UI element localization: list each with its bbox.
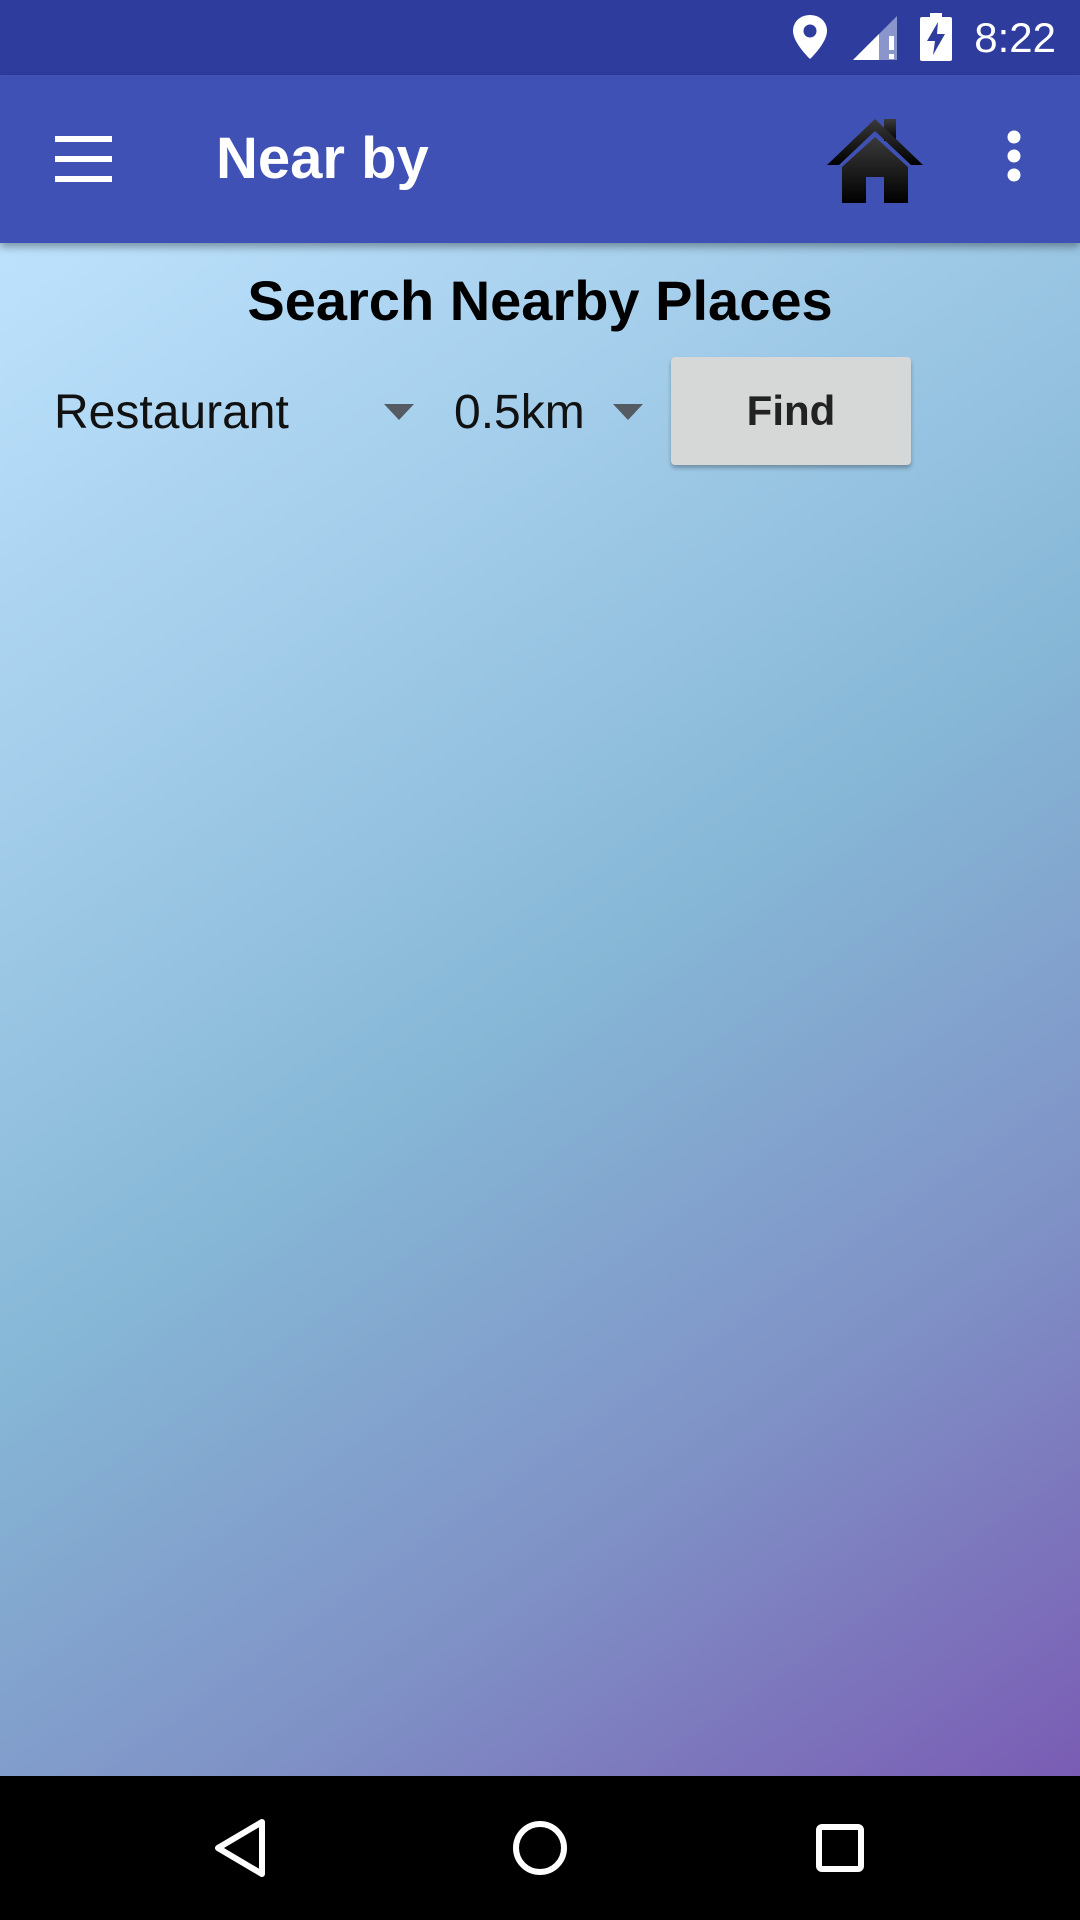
back-icon — [215, 1819, 265, 1877]
place-type-value: Restaurant — [54, 385, 289, 439]
dropdown-arrow-icon — [613, 404, 643, 420]
recents-button[interactable] — [800, 1808, 880, 1888]
back-button[interactable] — [200, 1808, 280, 1888]
navigation-bar — [0, 1776, 1080, 1920]
content-area: Search Nearby Places Restaurant 0.5km Fi… — [0, 243, 1080, 1776]
signal-alert-icon — [853, 16, 897, 60]
battery-charging-icon — [920, 13, 952, 61]
recents-icon — [816, 1824, 864, 1872]
status-time: 8:22 — [974, 14, 1056, 61]
home-circle-icon — [513, 1821, 567, 1875]
overflow-menu-button[interactable] — [980, 111, 1050, 207]
hamburger-menu-icon — [55, 136, 112, 182]
app-title: Near by — [216, 126, 429, 191]
radius-spinner[interactable]: 0.5km — [454, 357, 654, 467]
app-bar: Near by — [0, 75, 1080, 243]
status-bar: 8:22 — [0, 0, 1080, 75]
find-button[interactable]: Find — [671, 357, 911, 465]
place-type-spinner[interactable]: Restaurant — [54, 357, 424, 467]
overflow-menu-icon — [1007, 130, 1021, 182]
home-icon — [827, 119, 923, 203]
radius-value: 0.5km — [454, 385, 585, 439]
dropdown-arrow-icon — [384, 404, 414, 420]
menu-button[interactable] — [30, 111, 138, 207]
screen: 8:22 Near by Search Nearby Places Restau… — [0, 0, 1080, 1920]
home-nav-button[interactable] — [500, 1808, 580, 1888]
page-title: Search Nearby Places — [247, 269, 833, 332]
home-button[interactable] — [820, 111, 930, 207]
location-pin-icon — [793, 15, 827, 59]
